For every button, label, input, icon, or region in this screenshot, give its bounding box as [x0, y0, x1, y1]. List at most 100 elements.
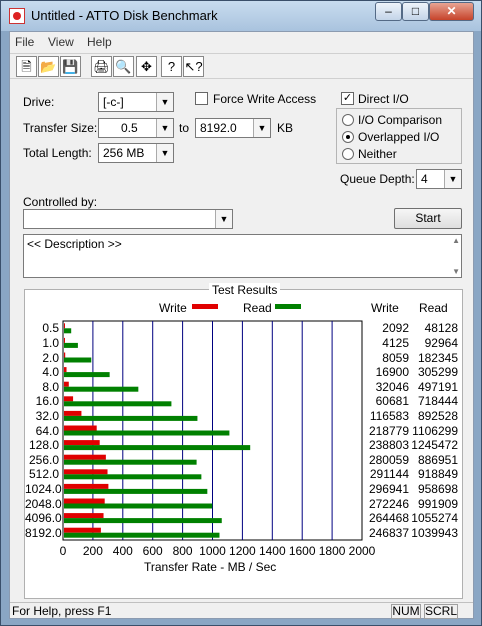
- transfer-size-label: Transfer Size:: [23, 121, 98, 135]
- force-write-checkbox[interactable]: [195, 92, 208, 105]
- read-value: 305299: [417, 365, 458, 380]
- write-value: 296941: [368, 481, 409, 496]
- chevron-down-icon: ▼: [156, 119, 173, 137]
- read-bar: [64, 474, 202, 480]
- transfer-size-row-label: 256.0: [28, 452, 59, 467]
- overlapped-io-label: Overlapped I/O: [358, 130, 440, 144]
- transfer-from-select[interactable]: 0.5 ▼: [98, 118, 174, 138]
- write-value: 272246: [368, 496, 409, 511]
- read-bar: [64, 532, 220, 538]
- new-file-icon[interactable]: 🗎: [16, 56, 37, 77]
- write-bar: [64, 410, 82, 416]
- drive-select[interactable]: [-c-] ▼: [98, 92, 174, 112]
- title-bar[interactable]: Untitled - ATTO Disk Benchmark – □ ✕: [1, 1, 481, 31]
- write-bar: [64, 381, 69, 387]
- transfer-from-value: 0.5: [121, 121, 138, 135]
- open-folder-icon[interactable]: 📂: [38, 56, 59, 77]
- io-comparison-label: I/O Comparison: [358, 113, 443, 127]
- write-value: 264468: [368, 511, 409, 526]
- controlled-by-select[interactable]: ▼: [23, 209, 233, 229]
- read-bar: [64, 430, 230, 436]
- neither-label: Neither: [358, 147, 397, 161]
- read-value: 1245472: [411, 438, 458, 453]
- direct-io-checkbox[interactable]: ✓: [341, 92, 354, 105]
- print-icon[interactable]: 🖨: [91, 56, 112, 77]
- transfer-size-row-label: 1024.0: [25, 481, 62, 496]
- io-comparison-radio[interactable]: [342, 114, 354, 126]
- total-length-select[interactable]: 256 MB ▼: [98, 143, 174, 163]
- kb-label: KB: [277, 121, 294, 135]
- app-window: Untitled - ATTO Disk Benchmark – □ ✕ Fil…: [0, 0, 482, 626]
- read-bar: [64, 328, 72, 334]
- transfer-size-row-label: 512.0: [28, 467, 59, 482]
- neither-radio[interactable]: [342, 148, 354, 160]
- write-bar: [64, 367, 67, 373]
- transfer-to-select[interactable]: 8192.0 ▼: [195, 118, 271, 138]
- menu-bar: File View Help: [10, 32, 473, 52]
- write-value: 218779: [368, 423, 409, 438]
- controlled-by-label: Controlled by:: [23, 195, 98, 209]
- test-results-panel: Test Results Write Read Write Read 0 200 4…: [24, 283, 463, 599]
- write-value: 238803: [368, 438, 409, 453]
- transfer-size-row-label: 4.0: [42, 365, 59, 380]
- read-value: 886951: [417, 452, 458, 467]
- overlapped-io-radio[interactable]: [342, 131, 354, 143]
- transfer-to-value: 8192.0: [200, 121, 237, 135]
- transfer-size-row-label: 16.0: [35, 394, 59, 409]
- read-value: 918849: [417, 467, 458, 482]
- help-icon[interactable]: ?: [161, 56, 182, 77]
- status-bar: For Help, press F1 NUM SCRL: [10, 602, 473, 619]
- read-value: 497191: [417, 379, 458, 394]
- read-bar: [64, 503, 213, 509]
- write-bar: [64, 352, 66, 358]
- transfer-size-row-label: 0.5: [42, 321, 59, 336]
- read-bar: [64, 415, 198, 421]
- read-value: 48128: [424, 321, 458, 336]
- write-bar: [64, 323, 65, 329]
- status-help-text: For Help, press F1: [12, 604, 112, 618]
- write-value: 291144: [369, 467, 409, 482]
- transfer-size-row-label: 64.0: [35, 423, 59, 438]
- description-text: << Description >>: [27, 237, 122, 251]
- start-button[interactable]: Start: [394, 208, 462, 229]
- force-write-label: Force Write Access: [213, 92, 317, 106]
- write-bar: [64, 527, 101, 533]
- read-bar: [64, 459, 197, 465]
- write-value: 116583: [369, 408, 409, 423]
- save-disk-icon[interactable]: 💾: [60, 56, 81, 77]
- write-bar: [64, 440, 100, 446]
- move-cross-icon[interactable]: ✥: [136, 56, 157, 77]
- chevron-down-icon: ▼: [215, 210, 232, 228]
- maximize-button[interactable]: □: [402, 2, 429, 21]
- scroll-up-icon[interactable]: ▲: [452, 236, 460, 245]
- to-label: to: [179, 121, 190, 135]
- read-bar: [64, 372, 110, 378]
- chevron-down-icon: ▼: [444, 170, 461, 188]
- read-value: 958698: [417, 481, 458, 496]
- scroll-down-icon[interactable]: ▼: [452, 267, 460, 276]
- context-help-icon[interactable]: ↖?: [183, 56, 204, 77]
- x-axis-title: Transfer Rate - MB / Sec: [144, 560, 277, 574]
- read-bar: [64, 488, 208, 494]
- atto-app-icon: [9, 8, 25, 24]
- write-bar: [64, 337, 65, 343]
- print-preview-icon[interactable]: 🔍: [113, 56, 134, 77]
- menu-help[interactable]: Help: [87, 35, 112, 49]
- minimize-button[interactable]: –: [375, 2, 402, 21]
- menu-view[interactable]: View: [48, 35, 74, 49]
- read-value: 1055274: [411, 511, 458, 526]
- close-button[interactable]: ✕: [429, 2, 474, 21]
- direct-io-label: Direct I/O: [358, 92, 409, 106]
- read-bar: [64, 518, 222, 524]
- description-textarea[interactable]: << Description >> ▲ ▼: [23, 234, 462, 278]
- transfer-size-row-label: 2.0: [42, 350, 59, 365]
- write-value: 4125: [382, 335, 409, 350]
- write-value: 60681: [375, 394, 409, 409]
- read-bar: [64, 386, 139, 392]
- queue-depth-select[interactable]: 4 ▼: [416, 169, 462, 189]
- menu-file[interactable]: File: [15, 35, 34, 49]
- total-length-value: 256 MB: [103, 146, 145, 160]
- write-bar: [64, 396, 74, 402]
- write-bar: [64, 513, 104, 519]
- drive-value: [-c-]: [103, 95, 124, 109]
